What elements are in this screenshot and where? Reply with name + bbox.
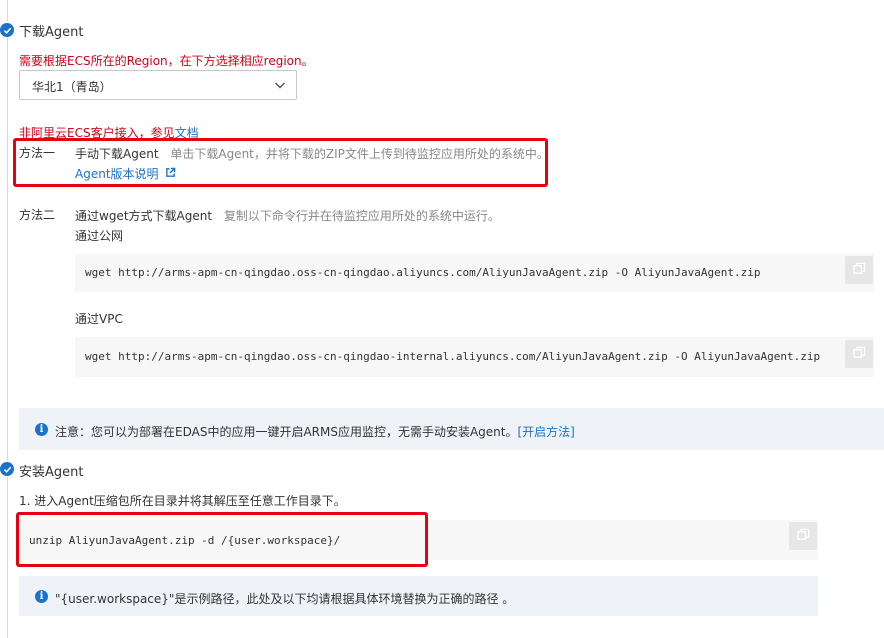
method1-title[interactable]: 手动下载Agent xyxy=(75,147,159,161)
agent-version-link-text[interactable]: Agent版本说明 xyxy=(75,167,159,181)
method2-row: 通过wget方式下载Agent 复制以下命令行并在待监控应用所处的系统中运行。 xyxy=(75,207,500,224)
vpc-label: 通过VPC xyxy=(75,312,123,326)
timeline-line xyxy=(7,0,8,21)
check-circle-icon xyxy=(0,23,14,37)
copy-icon xyxy=(796,528,810,544)
chevron-down-icon xyxy=(274,79,286,94)
step-title-download: 下载Agent xyxy=(19,25,84,40)
vpc-cmd[interactable]: wget http://arms-apm-cn-qingdao.oss-cn-q… xyxy=(85,350,820,363)
public-cmd[interactable]: wget http://arms-apm-cn-qingdao.oss-cn-q… xyxy=(85,266,761,279)
method1-label: 方法一 xyxy=(19,146,56,160)
region-select-value: 华北1（青岛） xyxy=(32,80,112,94)
edas-notice: i 注意：您可以为部署在EDAS中的应用一键开启ARMS应用监控，无需手动安装A… xyxy=(19,408,884,450)
info-icon: i xyxy=(35,423,48,436)
timeline-line xyxy=(7,477,8,638)
copy-button-vpc[interactable] xyxy=(845,340,873,368)
workspace-notice-text: "{user.workspace}"是示例路径，此处及以下均请根据具体环境替换为… xyxy=(55,592,515,606)
agent-version-link[interactable]: Agent版本说明 xyxy=(75,165,176,182)
copy-button-public[interactable] xyxy=(845,256,873,284)
edas-notice-row: 注意：您可以为部署在EDAS中的应用一键开启ARMS应用监控，无需手动安装Age… xyxy=(55,423,575,440)
method2-desc: 复制以下命令行并在待监控应用所处的系统中运行。 xyxy=(223,209,500,223)
method2-title: 通过wget方式下载Agent xyxy=(75,209,213,223)
install-instruction: 1. 进入Agent压缩包所在目录并将其解压至任意工作目录下。 xyxy=(19,494,346,508)
step-title-install: 安装Agent xyxy=(19,465,84,480)
workspace-notice: i "{user.workspace}"是示例路径，此处及以下均请根据具体环境替… xyxy=(19,576,818,616)
public-cmd-block: wget http://arms-apm-cn-qingdao.oss-cn-q… xyxy=(75,254,874,292)
public-network-label: 通过公网 xyxy=(75,229,124,243)
doc-link[interactable]: 文档 xyxy=(175,126,199,140)
method1-row: 手动下载Agent 单击下载Agent，并将下载的ZIP文件上传到待监控应用所处… xyxy=(75,145,549,162)
check-circle-icon xyxy=(0,462,14,476)
non-ecs-hint: 非阿里云ECS客户接入，参见文档 xyxy=(19,124,199,141)
edas-notice-text: 注意：您可以为部署在EDAS中的应用一键开启ARMS应用监控，无需手动安装Age… xyxy=(55,425,518,439)
method2-label: 方法二 xyxy=(19,208,56,222)
external-link-icon xyxy=(165,167,176,181)
unzip-cmd-block: unzip AliyunJavaAgent.zip -d /{user.work… xyxy=(19,520,818,560)
info-icon: i xyxy=(35,590,48,603)
region-select[interactable]: 华北1（青岛） xyxy=(19,70,297,100)
vpc-cmd-block: wget http://arms-apm-cn-qingdao.oss-cn-q… xyxy=(75,337,874,377)
non-ecs-text: 非阿里云ECS客户接入，参见 xyxy=(19,126,175,140)
method1-desc: 单击下载Agent，并将下载的ZIP文件上传到待监控应用所处的系统中。 xyxy=(170,147,549,161)
copy-icon xyxy=(852,262,866,278)
copy-icon xyxy=(852,346,866,362)
enable-method-link[interactable]: [开启方法] xyxy=(517,425,574,439)
region-hint: 需要根据ECS所在的Region，在下方选择相应region。 xyxy=(19,54,314,68)
timeline-line xyxy=(7,38,8,461)
copy-button-unzip[interactable] xyxy=(789,522,817,550)
unzip-cmd[interactable]: unzip AliyunJavaAgent.zip -d /{user.work… xyxy=(29,534,340,547)
